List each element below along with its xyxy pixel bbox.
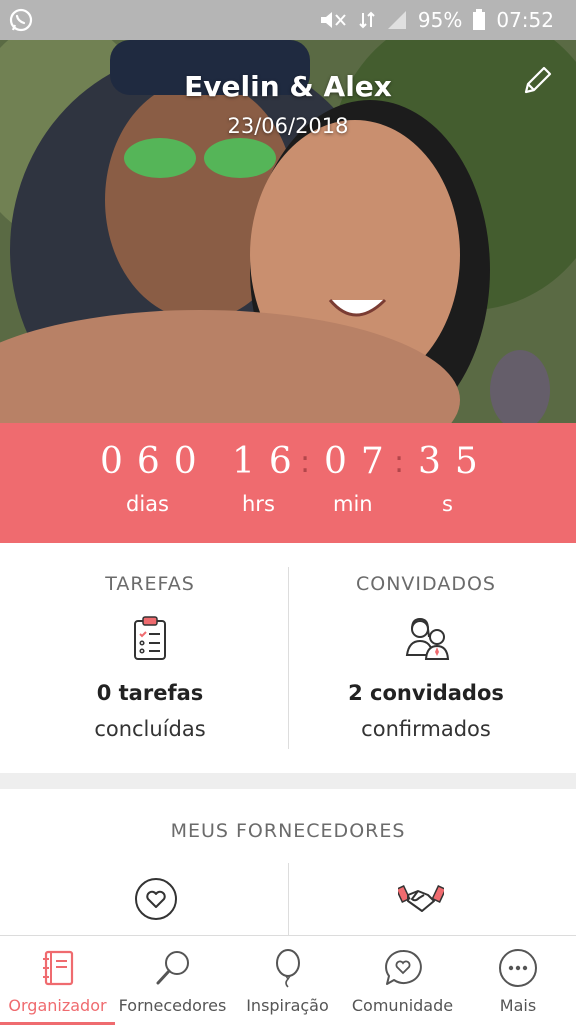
nav-label: Inspiração — [246, 996, 329, 1015]
clock: 07:52 — [496, 8, 554, 32]
nav-mais[interactable]: Mais — [460, 936, 576, 1025]
guests-card[interactable]: CONVIDADOS 2 convidados confirmados — [282, 543, 570, 773]
signal-icon — [386, 9, 408, 31]
couple-icon — [404, 615, 450, 663]
wedding-countdown: 060 16 : 07 : 35 dias hrs min s — [0, 423, 576, 543]
handshake-icon[interactable] — [395, 881, 447, 917]
guests-title: CONVIDADOS — [356, 573, 496, 595]
clipboard-checklist-icon — [128, 615, 172, 663]
nav-fornecedores[interactable]: Fornecedores — [115, 936, 230, 1025]
pencil-icon — [524, 66, 552, 94]
network-icon — [358, 9, 376, 31]
countdown-days-label: dias — [126, 492, 169, 516]
countdown-seconds: 35 — [418, 441, 492, 482]
couple-cover-photo: Evelin & Alex 23/06/2018 — [0, 40, 576, 423]
countdown-minutes-label: min — [333, 492, 373, 516]
battery-percentage: 95% — [417, 8, 463, 32]
column-divider — [288, 863, 289, 935]
wedding-date: 23/06/2018 — [227, 114, 349, 138]
tasks-count: 0 tarefas — [96, 681, 204, 705]
vendors-title: MEUS FORNECEDORES — [170, 820, 406, 842]
guests-status: confirmados — [361, 717, 491, 741]
nav-label: Comunidade — [351, 996, 454, 1015]
tasks-title: TAREFAS — [105, 573, 195, 595]
couple-names: Evelin & Alex — [184, 70, 392, 103]
bottom-navigation: Organizador Fornecedores Inspiração Comu… — [0, 935, 576, 1025]
nav-label: Organizador — [8, 996, 107, 1015]
countdown-hours-label: hrs — [242, 492, 275, 516]
nav-comunidade[interactable]: Comunidade — [345, 936, 460, 1025]
vendors-section: MEUS FORNECEDORES — [0, 789, 576, 935]
notebook-icon — [38, 948, 78, 988]
countdown-minutes: 07 — [324, 441, 398, 482]
countdown-separator: : — [394, 445, 405, 480]
section-separator — [0, 773, 576, 789]
nav-label: Fornecedores — [118, 996, 227, 1015]
guests-count: 2 convidados — [348, 681, 504, 705]
tasks-card[interactable]: TAREFAS 0 tarefas concluídas — [6, 543, 294, 773]
nav-label: Mais — [499, 996, 537, 1015]
chat-heart-icon — [383, 948, 423, 988]
status-bar: 95% 07:52 — [0, 0, 576, 40]
summary-cards: TAREFAS 0 tarefas concluídas CONVIDADOS — [0, 543, 576, 773]
whatsapp-icon — [8, 7, 34, 33]
more-dots-icon — [498, 948, 538, 988]
balloon-icon — [268, 948, 308, 988]
countdown-days: 060 — [100, 441, 211, 482]
nav-inspiracao[interactable]: Inspiração — [230, 936, 345, 1025]
heart-circle-icon[interactable] — [134, 877, 178, 921]
countdown-seconds-label: s — [442, 492, 453, 516]
countdown-hours: 16 — [232, 441, 306, 482]
battery-icon — [472, 9, 486, 31]
tasks-status: concluídas — [94, 717, 206, 741]
countdown-separator: : — [300, 445, 311, 480]
edit-button[interactable] — [520, 64, 554, 98]
magnifier-icon — [153, 948, 193, 988]
mute-icon — [318, 9, 348, 31]
nav-organizador[interactable]: Organizador — [0, 936, 115, 1025]
